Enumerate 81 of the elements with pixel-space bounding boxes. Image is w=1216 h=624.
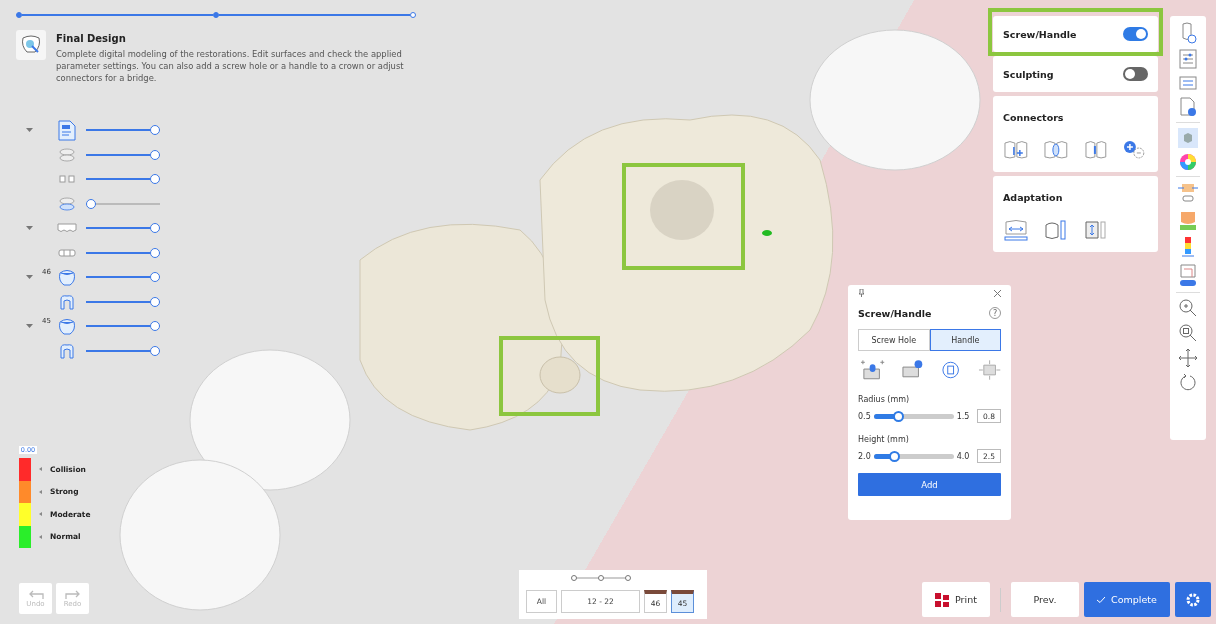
mode-tab[interactable]: Screw Hole: [858, 329, 930, 351]
slider-thumb[interactable]: [150, 345, 160, 356]
slider-thumb[interactable]: [86, 198, 96, 209]
value-slider[interactable]: [873, 413, 954, 419]
slider-max: 1.5: [956, 411, 970, 421]
scan-info-icon[interactable]: [1179, 22, 1197, 44]
add-button[interactable]: Add: [858, 473, 1001, 496]
caret-icon[interactable]: [25, 324, 33, 329]
redo-arrow-icon: [64, 589, 81, 600]
dental-arch-icon: [59, 196, 75, 211]
settings-icon: [1186, 592, 1200, 607]
move-icon[interactable]: [1178, 348, 1198, 368]
slider-thumb[interactable]: [892, 410, 904, 422]
slider-min: 2.0: [858, 451, 871, 461]
tooth-on-icon[interactable]: [1178, 263, 1198, 287]
keyboard-icon[interactable]: [1179, 74, 1197, 92]
coping-icon: [59, 293, 75, 310]
bridge-icon: [57, 222, 77, 234]
close-icon[interactable]: [994, 289, 1001, 297]
adapt-depth-icon[interactable]: [1083, 219, 1109, 241]
connector-add-icon[interactable]: [1003, 139, 1029, 161]
complete-button[interactable]: Complete: [1084, 582, 1170, 617]
slider-thumb[interactable]: [150, 223, 160, 234]
mode-tab[interactable]: Handle: [929, 329, 1001, 351]
delete-target-icon[interactable]: [940, 359, 962, 381]
zoom-fit-icon[interactable]: [1178, 323, 1198, 343]
expand-arrows-icon[interactable]: [977, 359, 1001, 381]
document-icon: [58, 119, 76, 141]
slider-thumb[interactable]: [150, 247, 160, 258]
slider-thumb[interactable]: [150, 321, 160, 332]
print-button[interactable]: Print: [922, 582, 990, 617]
card-title: Connectors: [1003, 112, 1064, 123]
toggle-label: Sculpting: [1003, 68, 1054, 80]
step-description: Complete digital modeling of the restorations. Edit surfaces and check the applied parameter settings. You can also add a screw hole or a handle to a crown or adjust connectors for a bridge.: [56, 48, 405, 84]
caret-icon[interactable]: [25, 128, 33, 133]
tooth-pair-icon: [59, 175, 75, 184]
settings-button[interactable]: [1175, 582, 1211, 617]
connector-edit-icon[interactable]: [1042, 139, 1069, 161]
tooth-margin-icon[interactable]: [1177, 182, 1199, 204]
settings-sliders-icon[interactable]: [1179, 49, 1197, 69]
popup-title: Screw/Handle: [858, 307, 932, 319]
tooth-heatmap-icon[interactable]: [1178, 209, 1198, 231]
dental-arch-icon: [59, 147, 75, 162]
slider-thumb[interactable]: [150, 296, 160, 307]
slider-thumb[interactable]: [150, 125, 160, 136]
slider-thumb[interactable]: [888, 450, 900, 462]
crown-icon: [58, 317, 76, 336]
check-icon: [1097, 596, 1106, 603]
toggle-label: Screw/Handle: [1003, 28, 1077, 40]
slider-label: Radius (mm): [858, 395, 911, 404]
slider-thumb[interactable]: [150, 149, 160, 160]
slider-thumb[interactable]: [150, 174, 160, 185]
report-icon[interactable]: [1179, 97, 1197, 117]
undo-arrow-icon: [27, 589, 44, 600]
tooth-row-icon: [58, 248, 76, 257]
crown-icon: [58, 268, 76, 287]
cube-icon[interactable]: [1178, 128, 1198, 148]
connector-shape-icon[interactable]: [1082, 139, 1109, 161]
toggle-switch[interactable]: [1123, 67, 1148, 81]
pin-icon[interactable]: [858, 289, 865, 297]
coping-icon: [59, 342, 75, 359]
range-slider-icon[interactable]: [570, 574, 632, 582]
rotate-icon[interactable]: [1178, 373, 1198, 393]
caret-icon[interactable]: [25, 275, 33, 280]
color-wheel-icon[interactable]: [1179, 153, 1197, 171]
step-title: Final Design: [56, 33, 127, 44]
slider-thumb[interactable]: [150, 272, 160, 283]
value-slider[interactable]: [873, 453, 954, 459]
adapt-height-icon[interactable]: [1043, 219, 1069, 241]
slider-min: 0.5: [858, 411, 871, 421]
prev-button[interactable]: Prev.: [1011, 582, 1079, 617]
design-step-icon: [16, 30, 46, 60]
caret-icon[interactable]: [25, 226, 33, 231]
color-scale-icon[interactable]: [1180, 236, 1196, 258]
adapt-width-icon[interactable]: [1003, 219, 1029, 241]
slider-max: 4.0: [956, 451, 970, 461]
card-title: Adaptation: [1003, 192, 1063, 203]
print-logo-icon: [935, 592, 950, 607]
zoom-icon[interactable]: [1178, 298, 1198, 318]
toggle-switch[interactable]: [1123, 27, 1148, 41]
slider-label: Height (mm): [858, 435, 910, 444]
